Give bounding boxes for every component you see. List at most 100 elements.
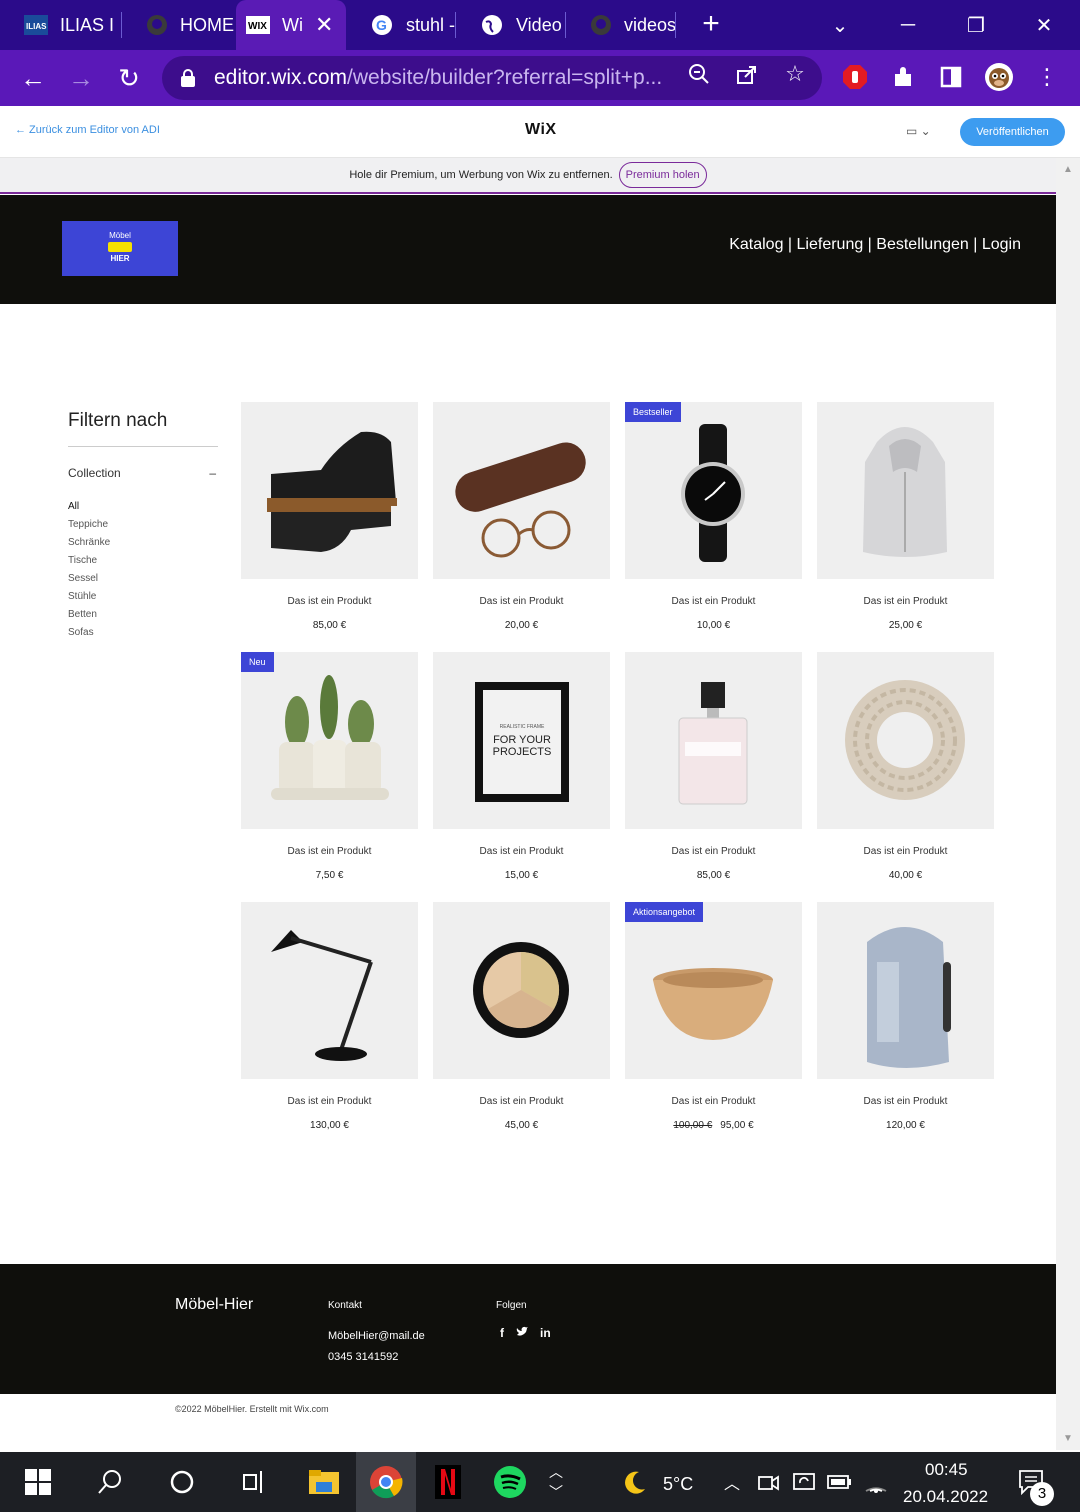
side-panel-icon[interactable]	[936, 62, 966, 92]
new-tab-button[interactable]: +	[696, 8, 726, 42]
product-card[interactable]: Das ist ein Produkt 20,00 €	[433, 402, 610, 631]
product-name: Das ist ein Produkt	[671, 1096, 756, 1107]
product-image-watch[interactable]: Bestseller	[625, 402, 802, 579]
filter-item[interactable]: Teppiche	[68, 516, 110, 534]
product-price-value: 120,00 €	[886, 1120, 925, 1131]
collapse-icon[interactable]: –	[209, 466, 216, 480]
device-switcher[interactable]: ▭ ⌄	[906, 124, 931, 138]
back-icon[interactable]: ←	[15, 60, 51, 96]
site-nav-menu[interactable]: Katalog | Lieferung | Bestellungen | Log…	[729, 236, 1021, 254]
filter-item[interactable]: Sessel	[68, 570, 110, 588]
tab-video[interactable]: Video	[456, 0, 566, 50]
product-card[interactable]: Aktionsangebot Das ist ein Produkt 100,0…	[625, 902, 802, 1131]
product-image-bowl[interactable]: Aktionsangebot	[625, 902, 802, 1079]
file-explorer-icon[interactable]	[304, 1462, 344, 1502]
back-to-editor-link[interactable]: ← Zurück zum Editor von ADI	[15, 124, 160, 136]
page-scrollbar[interactable]: ▲ ▼	[1056, 158, 1080, 1450]
scroll-down-icon[interactable]: ▼	[1063, 1433, 1073, 1444]
product-name: Das ist ein Produkt	[479, 596, 564, 607]
weather-temperature[interactable]: 5°C	[663, 1474, 693, 1495]
filter-item[interactable]: Tische	[68, 552, 110, 570]
product-card[interactable]: REALISTIC FRAME FOR YOUR PROJECTS Das is…	[433, 652, 610, 881]
cortana-icon[interactable]	[162, 1462, 202, 1502]
address-bar[interactable]: editor.wix.com/website/builder?referral=…	[162, 56, 822, 100]
product-name: Das ist ein Produkt	[479, 1096, 564, 1107]
filter-item[interactable]: Stühle	[68, 588, 110, 606]
product-image-glasses[interactable]	[433, 402, 610, 579]
product-image-shoes[interactable]	[241, 402, 418, 579]
tab-home[interactable]: HOME	[122, 0, 234, 50]
product-card[interactable]: Das ist ein Produkt 120,00 €	[817, 902, 994, 1131]
search-icon[interactable]	[90, 1462, 130, 1502]
product-image-cactus[interactable]: Neu	[241, 652, 418, 829]
product-image-lamp[interactable]	[241, 902, 418, 1079]
sync-icon[interactable]	[784, 1462, 824, 1502]
wifi-icon[interactable]	[856, 1462, 896, 1502]
product-card[interactable]: Das ist ein Produkt 85,00 €	[625, 652, 802, 881]
filter-item[interactable]: Betten	[68, 606, 110, 624]
zoom-icon[interactable]	[685, 60, 713, 88]
tab-wix[interactable]: WIX Wi ✕	[236, 0, 346, 50]
product-image-scarf[interactable]	[817, 652, 994, 829]
battery-icon[interactable]	[820, 1462, 860, 1502]
product-card[interactable]: Bestseller Das ist ein Produkt 10,00 €	[625, 402, 802, 631]
hidden-icons-chevron[interactable]: ︿	[712, 1462, 752, 1502]
lock-icon	[180, 69, 196, 87]
tab-stuhl[interactable]: G stuhl -	[346, 0, 456, 50]
reload-icon[interactable]: ↻	[111, 60, 147, 96]
tab-videos[interactable]: videos	[566, 0, 676, 50]
product-card[interactable]: Das ist ein Produkt 85,00 €	[241, 402, 418, 631]
clock-time[interactable]: 00:45	[925, 1460, 968, 1480]
taskbar-scroll-icon[interactable]: ︿ ﹀	[538, 1454, 574, 1510]
site-logo[interactable]: Möbel HIER	[62, 221, 178, 276]
premium-button[interactable]: Premium holen	[618, 162, 707, 188]
product-image-palette[interactable]	[433, 902, 610, 1079]
github-icon	[146, 13, 168, 37]
close-window-icon[interactable]: ✕	[1010, 0, 1078, 50]
product-card[interactable]: Das ist ein Produkt 130,00 €	[241, 902, 418, 1131]
weather-moon-icon	[614, 1462, 654, 1502]
product-card[interactable]: Das ist ein Produkt 25,00 €	[817, 402, 994, 631]
product-image-frame[interactable]: REALISTIC FRAME FOR YOUR PROJECTS	[433, 652, 610, 829]
filter-item[interactable]: Sofas	[68, 624, 110, 642]
share-icon[interactable]	[733, 60, 761, 88]
ilias-icon: ILIAS	[24, 13, 48, 37]
close-tab-icon[interactable]: ✕	[315, 12, 333, 38]
netflix-icon[interactable]	[428, 1462, 468, 1502]
filter-item[interactable]: Schränke	[68, 534, 110, 552]
product-card[interactable]: Neu Das ist ein Produkt 7,50 €	[241, 652, 418, 881]
footer-email[interactable]: MöbelHier@mail.de	[328, 1330, 425, 1342]
extensions-icon[interactable]	[888, 62, 918, 92]
product-name: Das ist ein Produkt	[863, 596, 948, 607]
browser-toolbar: ← → ↻ editor.wix.com/website/builder?ref…	[0, 50, 1080, 106]
scroll-up-icon[interactable]: ▲	[1063, 164, 1073, 175]
bookmark-star-icon[interactable]: ☆	[781, 60, 809, 88]
product-image-hoodie[interactable]	[817, 402, 994, 579]
facebook-icon[interactable]: f	[500, 1326, 504, 1340]
site-header: Möbel HIER Katalog | Lieferung | Bestell…	[0, 195, 1056, 304]
product-name: Das ist ein Produkt	[479, 846, 564, 857]
filter-item[interactable]: All	[68, 498, 110, 516]
chrome-icon[interactable]	[366, 1462, 406, 1502]
restore-icon[interactable]: ❐	[942, 0, 1010, 50]
product-card[interactable]: Das ist ein Produkt 40,00 €	[817, 652, 994, 881]
tab-ilias[interactable]: ILIAS ILIAS I	[0, 0, 122, 50]
collection-header[interactable]: Collection –	[68, 466, 218, 480]
tab-search-icon[interactable]: ⌄	[806, 0, 874, 50]
product-card[interactable]: Das ist ein Produkt 45,00 €	[433, 902, 610, 1131]
product-image-backpack[interactable]	[817, 902, 994, 1079]
forward-icon[interactable]: →	[63, 60, 99, 96]
minimize-icon[interactable]: ─	[874, 0, 942, 50]
menu-dots-icon[interactable]: ⋮	[1032, 62, 1062, 92]
meet-now-icon[interactable]	[748, 1462, 788, 1502]
linkedin-icon[interactable]: in	[540, 1326, 551, 1340]
spotify-icon[interactable]	[490, 1462, 530, 1502]
product-image-perfume[interactable]	[625, 652, 802, 829]
twitter-icon[interactable]	[516, 1326, 528, 1340]
adblock-icon[interactable]	[840, 62, 870, 92]
task-view-icon[interactable]	[234, 1462, 274, 1502]
clock-date[interactable]: 20.04.2022	[903, 1487, 988, 1507]
windows-start-icon[interactable]	[18, 1462, 58, 1502]
publish-button[interactable]: Veröffentlichen	[960, 118, 1065, 146]
profile-avatar-icon[interactable]	[984, 62, 1014, 92]
